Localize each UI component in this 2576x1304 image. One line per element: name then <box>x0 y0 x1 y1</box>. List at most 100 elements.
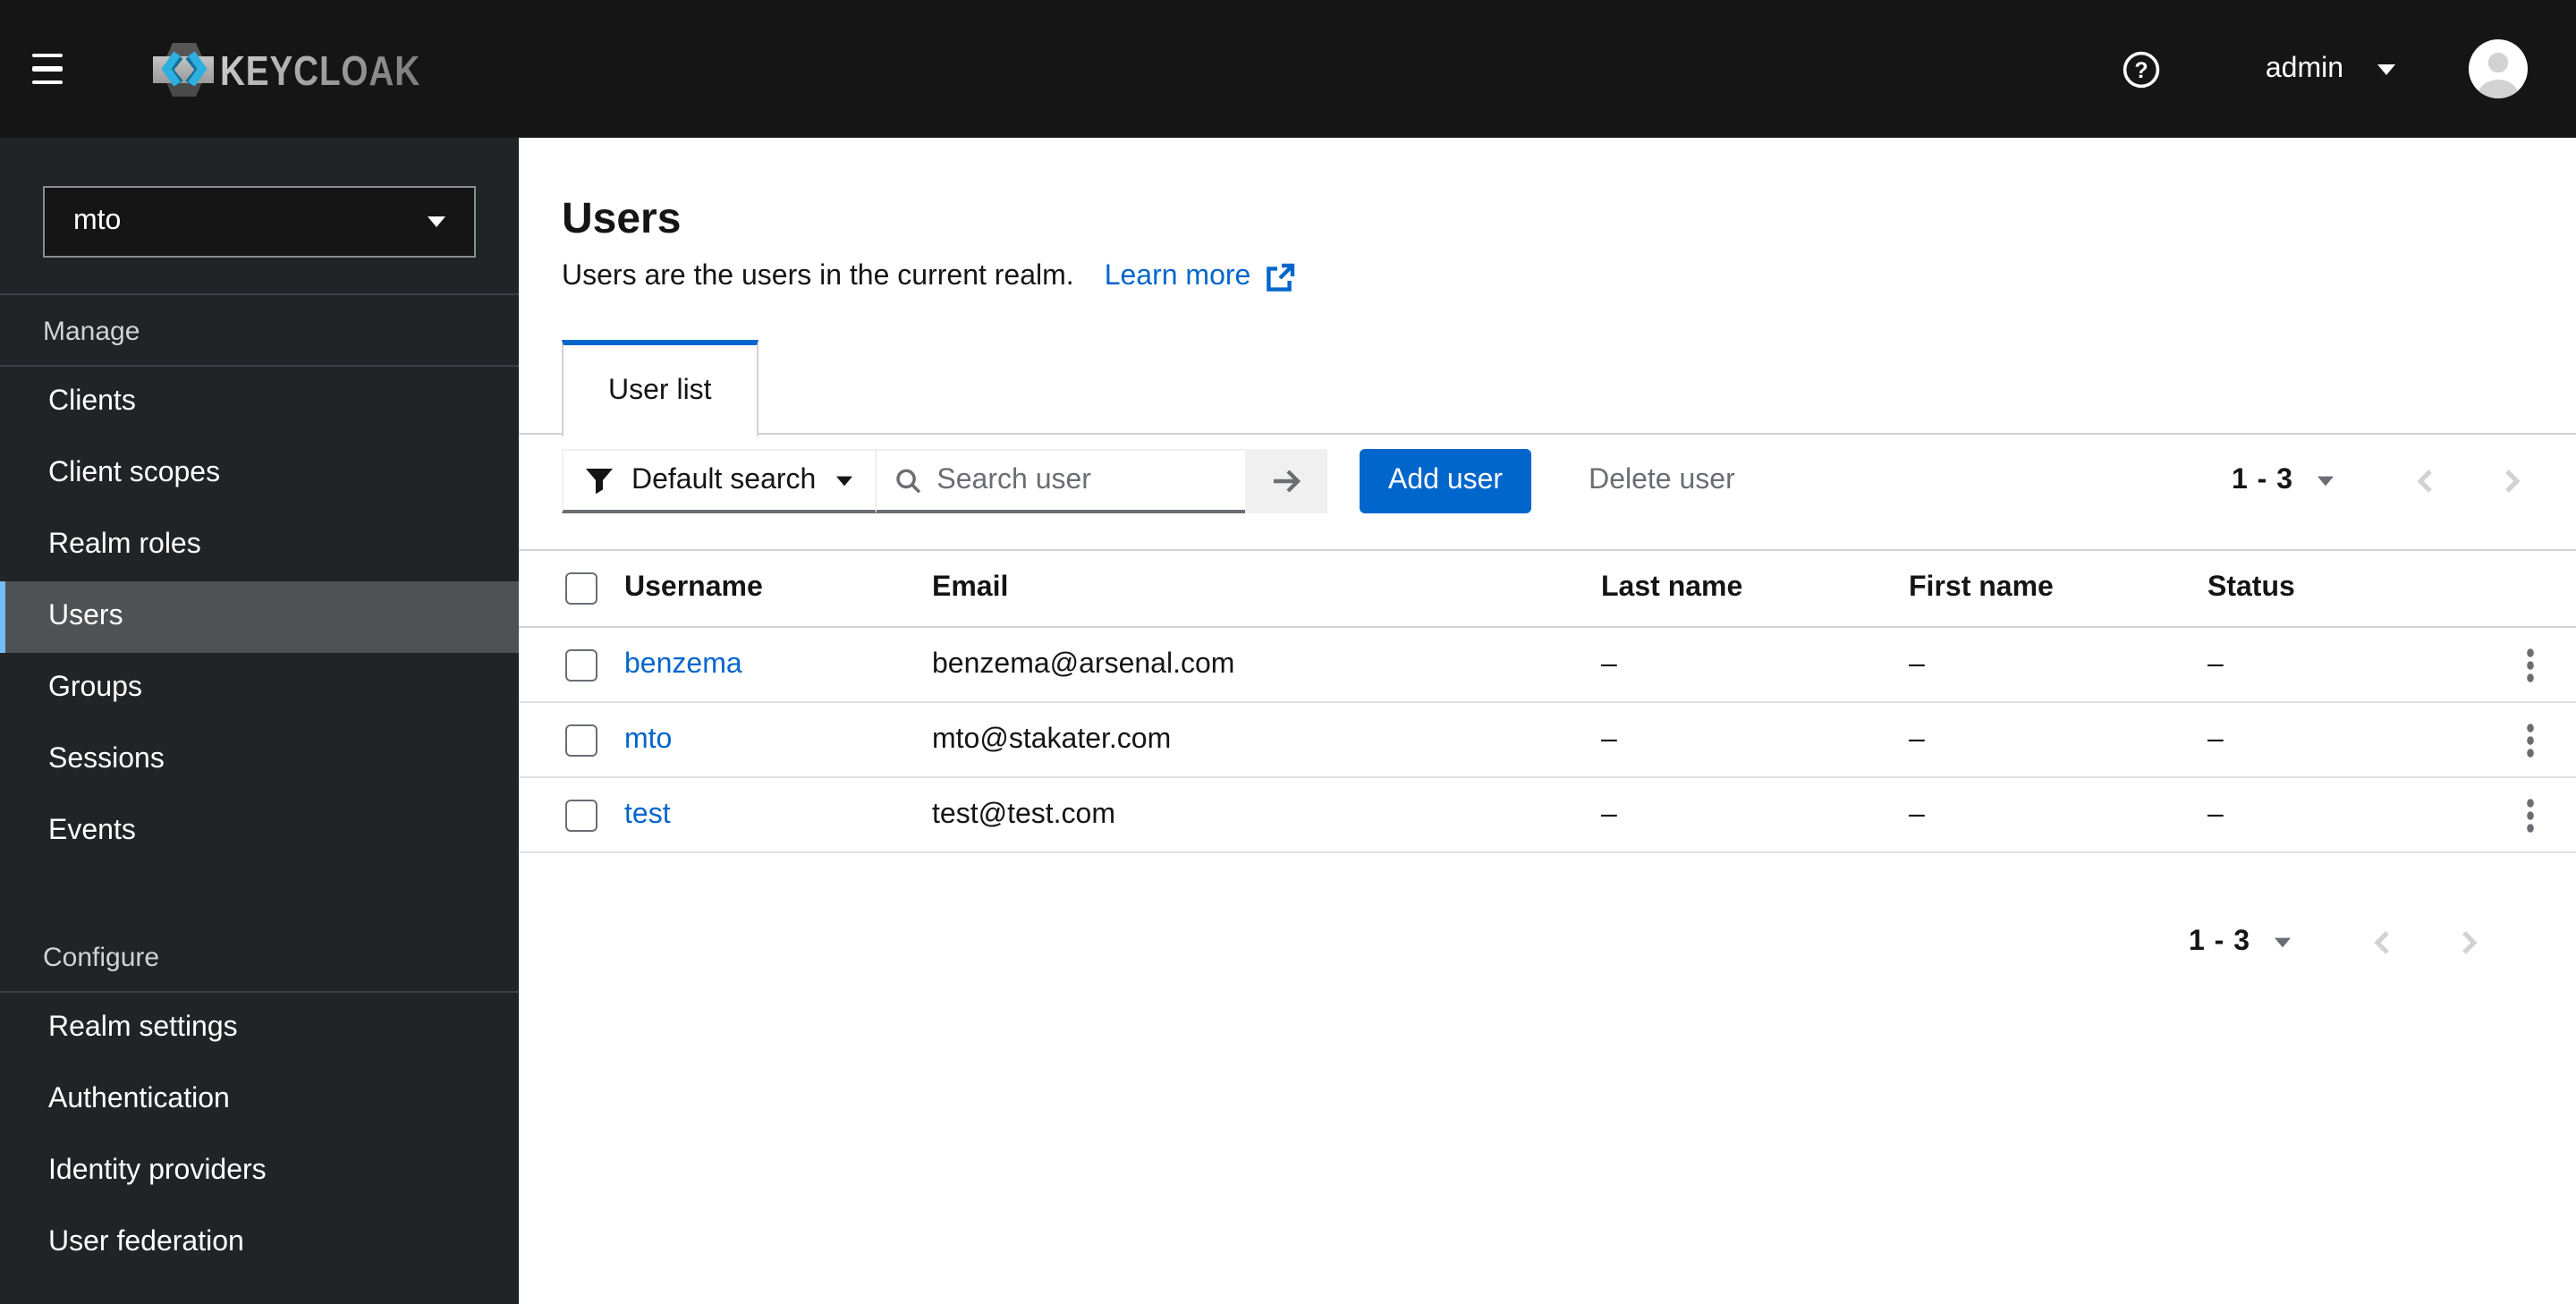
next-page-button[interactable] <box>2447 921 2490 964</box>
username-link[interactable]: test <box>624 799 932 831</box>
page-description: Users are the users in the current realm… <box>562 261 1074 292</box>
sidebar-item-realm-roles[interactable]: Realm roles <box>0 510 519 581</box>
tab-bar: User list <box>519 340 2576 436</box>
filter-icon <box>586 468 613 494</box>
table-row: test test@test.com – – – <box>519 778 2576 853</box>
email-cell: benzema@arsenal.com <box>932 648 1235 679</box>
keycloak-logo[interactable]: KEYCLOAK <box>152 37 424 101</box>
sidebar-item-users[interactable]: Users <box>0 581 519 653</box>
person-silhouette-icon <box>2469 39 2528 98</box>
sidebar-item-sessions[interactable]: Sessions <box>0 724 519 796</box>
hamburger-icon <box>32 53 63 58</box>
angle-right-icon <box>2505 470 2521 493</box>
sidebar-item-client-scopes[interactable]: Client scopes <box>0 438 519 510</box>
next-page-button[interactable] <box>2490 460 2533 503</box>
configure-nav-list: Realm settings Authentication Identity p… <box>0 993 519 1279</box>
column-header-email: Email <box>932 572 1009 603</box>
row-actions-kebab-button[interactable] <box>2504 639 2555 690</box>
chevron-down-icon[interactable] <box>2318 476 2334 487</box>
page-header: Users Users are the users in the current… <box>519 138 2576 293</box>
sidebar-item-events[interactable]: Events <box>0 796 519 868</box>
pagination-top: 1 - 3 <box>2232 460 2533 503</box>
last-name-cell: – <box>1601 724 1617 754</box>
column-header-username: Username <box>624 572 763 603</box>
pagination-range[interactable]: 1 - 3 <box>2189 927 2250 959</box>
last-name-cell: – <box>1601 799 1617 829</box>
angle-left-icon <box>2374 931 2389 954</box>
masthead: KEYCLOAK ? admin <box>0 0 2576 138</box>
delete-user-button[interactable]: Delete user <box>1589 465 1735 497</box>
help-button[interactable]: ? <box>2123 49 2162 89</box>
pagination-bottom-wrap: 1 - 3 <box>519 921 2576 964</box>
chevron-down-icon <box>2377 64 2395 74</box>
angle-left-icon <box>2417 470 2432 493</box>
kebab-icon <box>2526 798 2533 832</box>
pagination-bottom: 1 - 3 <box>2189 921 2490 964</box>
table-row: mto mto@stakater.com – – – <box>519 703 2576 778</box>
nav-section-manage: Manage <box>43 317 140 347</box>
username-label: admin <box>2265 53 2343 83</box>
search-type-dropdown[interactable]: Default search <box>562 449 877 513</box>
status-cell: – <box>2207 648 2224 679</box>
sidebar-item-groups[interactable]: Groups <box>0 653 519 724</box>
hamburger-icon <box>32 80 63 85</box>
row-checkbox[interactable] <box>565 724 597 756</box>
status-cell: – <box>2207 724 2224 754</box>
sidebar-item-realm-settings[interactable]: Realm settings <box>0 993 519 1064</box>
manage-nav-list: Clients Client scopes Realm roles Users … <box>0 367 519 868</box>
table-header-row: Username Email Last name First name Stat… <box>519 549 2576 628</box>
avatar[interactable] <box>2469 39 2528 98</box>
masthead-actions: ? admin <box>2123 39 2528 98</box>
search-input[interactable] <box>936 464 1227 496</box>
email-cell: mto@stakater.com <box>932 724 1172 754</box>
previous-page-button[interactable] <box>2404 460 2447 503</box>
pagination-range[interactable]: 1 - 3 <box>2232 465 2293 497</box>
row-actions-kebab-button[interactable] <box>2504 790 2555 840</box>
keycloak-logo-icon: KEYCLOAK <box>153 42 420 96</box>
username-link[interactable]: benzema <box>624 648 932 681</box>
row-checkbox[interactable] <box>565 799 597 831</box>
kebab-icon <box>2526 723 2533 757</box>
current-realm-label: mto <box>73 206 122 236</box>
search-icon <box>896 468 921 493</box>
last-name-cell: – <box>1601 648 1617 679</box>
keycloak-admin-console: KEYCLOAK ? admin mto Manage Clients Clie… <box>0 0 2576 1304</box>
first-name-cell: – <box>1909 648 1925 679</box>
chevron-down-icon <box>428 216 445 227</box>
brand-text: KEYCLOAK <box>220 47 420 93</box>
nav-section-configure: Configure <box>43 943 160 973</box>
status-cell: – <box>2207 799 2224 829</box>
email-cell: test@test.com <box>932 799 1115 829</box>
kebab-icon <box>2526 648 2533 682</box>
column-header-status: Status <box>2207 572 2295 603</box>
add-user-button[interactable]: Add user <box>1360 449 1532 513</box>
user-menu-dropdown[interactable]: admin <box>2266 53 2395 85</box>
previous-page-button[interactable] <box>2361 921 2404 964</box>
first-name-cell: – <box>1909 799 1925 829</box>
realm-selector[interactable]: mto <box>43 186 476 258</box>
learn-more-link[interactable]: Learn more <box>1105 261 1296 293</box>
search-box <box>877 449 1245 513</box>
toolbar: Default search Add user <box>519 435 2576 513</box>
row-actions-kebab-button[interactable] <box>2504 715 2555 765</box>
username-link[interactable]: mto <box>624 724 932 756</box>
main-content: Users Users are the users in the current… <box>519 138 2576 1304</box>
sidebar-item-authentication[interactable]: Authentication <box>0 1064 519 1136</box>
row-checkbox[interactable] <box>565 648 597 681</box>
external-link-icon <box>1267 262 1295 291</box>
sidebar-item-clients[interactable]: Clients <box>0 367 519 438</box>
page-title: Users <box>562 195 682 243</box>
sidebar-item-user-federation[interactable]: User federation <box>0 1207 519 1279</box>
hamburger-icon <box>32 66 63 72</box>
angle-right-icon <box>2462 931 2478 954</box>
search-submit-button[interactable] <box>1245 449 1327 513</box>
tab-user-list[interactable]: User list <box>562 340 758 436</box>
select-all-checkbox[interactable] <box>565 572 597 605</box>
chevron-down-icon[interactable] <box>2275 937 2291 948</box>
chevron-down-icon <box>836 475 852 486</box>
column-header-first-name: First name <box>1909 572 2054 603</box>
search-type-label: Default search <box>631 464 817 495</box>
sidebar-item-identity-providers[interactable]: Identity providers <box>0 1136 519 1207</box>
menu-toggle-button[interactable] <box>32 46 79 92</box>
first-name-cell: – <box>1909 724 1925 754</box>
